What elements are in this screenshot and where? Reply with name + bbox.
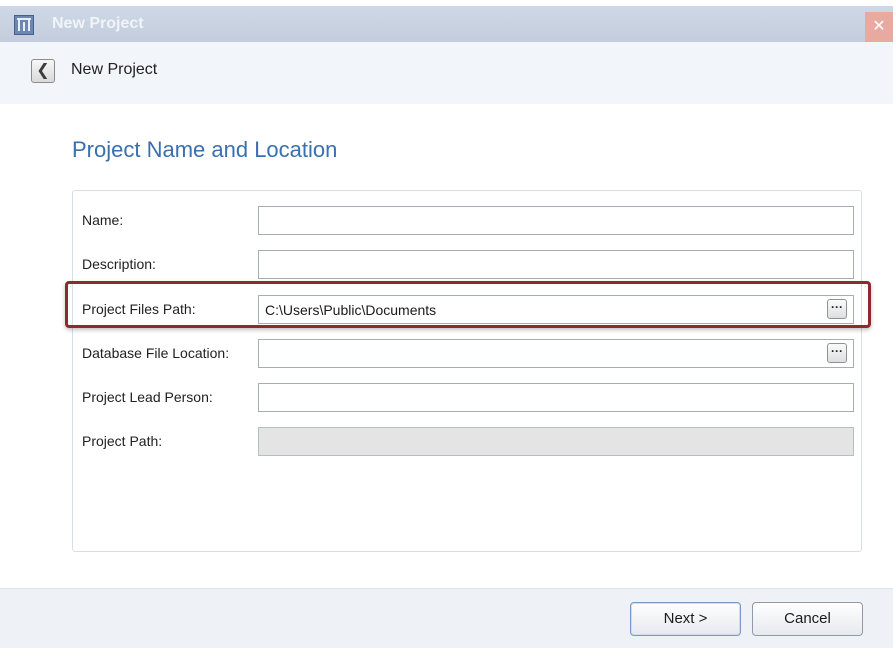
project-lead-person-label: Project Lead Person: (82, 389, 213, 405)
back-button[interactable]: ❮ (31, 59, 55, 83)
description-label: Description: (82, 256, 156, 272)
description-input[interactable] (258, 250, 854, 279)
page-title: New Project (71, 61, 158, 78)
name-input[interactable] (258, 206, 854, 235)
next-button[interactable]: Next > (630, 602, 741, 636)
footer-bar: Next > Cancel (0, 588, 893, 648)
database-file-location-input[interactable] (258, 339, 854, 368)
name-row: Name: (73, 205, 863, 235)
description-row: Description: (73, 249, 863, 279)
new-project-window: New Project ✕ ❮ New Project Project Name… (0, 0, 893, 648)
navigation-bar: ❮ New Project (0, 42, 893, 105)
project-files-path-input[interactable] (258, 295, 854, 324)
project-files-path-label: Project Files Path: (82, 301, 196, 317)
project-path-input (258, 427, 854, 456)
close-button[interactable]: ✕ (865, 12, 893, 44)
name-label: Name: (82, 212, 124, 228)
main-content: Project Name and Location Name: Descript… (0, 104, 893, 588)
section-heading: Project Name and Location (72, 137, 338, 162)
database-file-location-browse-button[interactable]: ··· (827, 343, 847, 363)
cancel-button[interactable]: Cancel (752, 602, 863, 636)
title-bar: New Project ✕ (0, 6, 893, 44)
project-files-path-row: Project Files Path: ··· (73, 294, 863, 324)
project-lead-person-input[interactable] (258, 383, 854, 412)
app-chart-icon (14, 15, 34, 35)
project-form: Name: Description: Project Files Path: ·… (72, 190, 862, 552)
project-path-label: Project Path: (82, 433, 163, 449)
database-file-location-row: Database File Location: ··· (73, 338, 863, 368)
database-file-location-label: Database File Location: (82, 345, 230, 361)
project-path-row: Project Path: (73, 426, 863, 456)
project-lead-person-row: Project Lead Person: (73, 382, 863, 412)
window-title: New Project (52, 15, 144, 32)
project-files-path-browse-button[interactable]: ··· (827, 299, 847, 319)
